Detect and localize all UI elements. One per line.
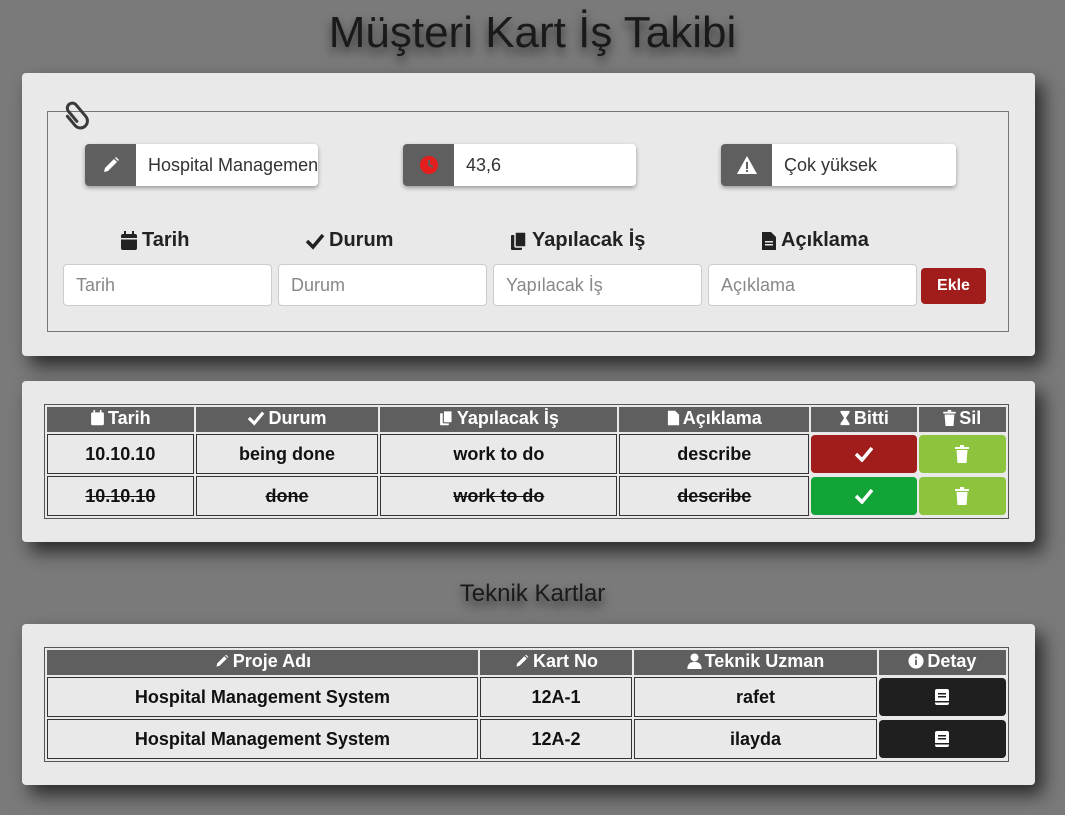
header-tarih: Tarih (47, 407, 194, 432)
mark-done-button[interactable] (811, 477, 917, 515)
pencil-icon (85, 144, 136, 186)
task-date: 10.10.10 (47, 476, 194, 516)
clock-icon (403, 144, 454, 186)
yapilacak-input[interactable]: Yapılacak İş (493, 264, 702, 306)
header-aciklama: Açıklama (619, 407, 810, 432)
cards-table: Proje Adı Kart No Teknik Uzman Detay Hos… (44, 647, 1009, 762)
header-sil: Sil (918, 407, 1006, 432)
pencil-icon (216, 654, 229, 667)
card-expert: rafet (634, 677, 877, 717)
hours-field-group[interactable]: 43,6 (403, 144, 636, 186)
cards-panel: Proje Adı Kart No Teknik Uzman Detay Hos… (22, 624, 1035, 785)
task-date: 10.10.10 (47, 434, 194, 474)
card-number: 12A-2 (479, 719, 633, 759)
project-field-group[interactable]: Hospital Management System (85, 144, 318, 186)
task-description: describe (619, 434, 810, 474)
copy-icon (510, 230, 528, 251)
table-row: Hospital Management System 12A-2 ilayda (47, 719, 1006, 759)
calendar-icon (120, 230, 138, 251)
table-row: 10.10.10 done work to do describe (47, 476, 1006, 516)
aciklama-input[interactable]: Açıklama (708, 264, 917, 306)
task-status: being done (195, 434, 379, 474)
header-durum: Durum (195, 407, 379, 432)
calendar-icon (91, 410, 104, 426)
table-row: Hospital Management System 12A-1 rafet (47, 677, 1006, 717)
task-work: work to do (380, 434, 618, 474)
task-work: work to do (380, 476, 618, 516)
trash-icon (955, 445, 970, 463)
trash-icon (955, 487, 970, 505)
file-icon (667, 411, 679, 426)
file-icon (761, 231, 777, 251)
trash-icon (943, 410, 957, 427)
header-yapilacak: Yapılacak İş (380, 407, 618, 432)
detail-button[interactable] (878, 720, 1006, 758)
tasks-panel: Tarih Durum Yapılacak İş Açıklama Bitti … (22, 381, 1035, 542)
page-title: Müşteri Kart İş Takibi (328, 8, 737, 57)
pencil-icon (516, 654, 529, 667)
header-kart-no: Kart No (479, 650, 633, 675)
hours-input[interactable]: 43,6 (454, 144, 636, 186)
card-expert: ilayda (634, 719, 877, 759)
check-icon (854, 446, 874, 462)
hourglass-icon (840, 411, 850, 426)
durum-label: Durum (305, 229, 393, 252)
header-teknik-uzman: Teknik Uzman (634, 650, 877, 675)
task-description: describe (619, 476, 810, 516)
card-number: 12A-1 (479, 677, 633, 717)
mark-done-button[interactable] (811, 435, 917, 473)
book-icon (935, 731, 950, 747)
check-icon (248, 411, 265, 426)
delete-button[interactable] (918, 435, 1006, 473)
card-project: Hospital Management System (47, 719, 478, 759)
header-detay: Detay (878, 650, 1006, 675)
copy-icon (439, 410, 453, 426)
detail-button[interactable] (878, 678, 1006, 716)
tarih-input[interactable]: Tarih (63, 264, 272, 306)
check-icon (305, 232, 325, 250)
add-button[interactable]: Ekle (921, 268, 986, 304)
task-table: Tarih Durum Yapılacak İş Açıklama Bitti … (44, 404, 1009, 519)
yapilacak-label: Yapılacak İş (510, 229, 645, 252)
form-panel: Hospital Management System 43,6 Çok yüks… (22, 73, 1035, 356)
durum-input[interactable]: Durum (278, 264, 487, 306)
user-icon (686, 653, 702, 670)
header-bitti: Bitti (811, 407, 917, 432)
check-icon (854, 488, 874, 504)
tarih-label: Tarih (120, 229, 189, 252)
aciklama-label: Açıklama (761, 229, 869, 252)
header-proje: Proje Adı (47, 650, 478, 675)
project-input[interactable]: Hospital Management System (136, 144, 318, 186)
section-title: Teknik Kartlar (459, 580, 606, 607)
paperclip-icon (60, 96, 98, 130)
delete-button[interactable] (918, 477, 1006, 515)
warning-icon (721, 144, 772, 186)
table-row: 10.10.10 being done work to do describe (47, 434, 1006, 474)
book-icon (935, 689, 950, 705)
priority-field-group[interactable]: Çok yüksek (721, 144, 956, 186)
task-status: done (195, 476, 379, 516)
info-icon (908, 653, 924, 669)
card-project: Hospital Management System (47, 677, 478, 717)
priority-input[interactable]: Çok yüksek (772, 144, 956, 186)
